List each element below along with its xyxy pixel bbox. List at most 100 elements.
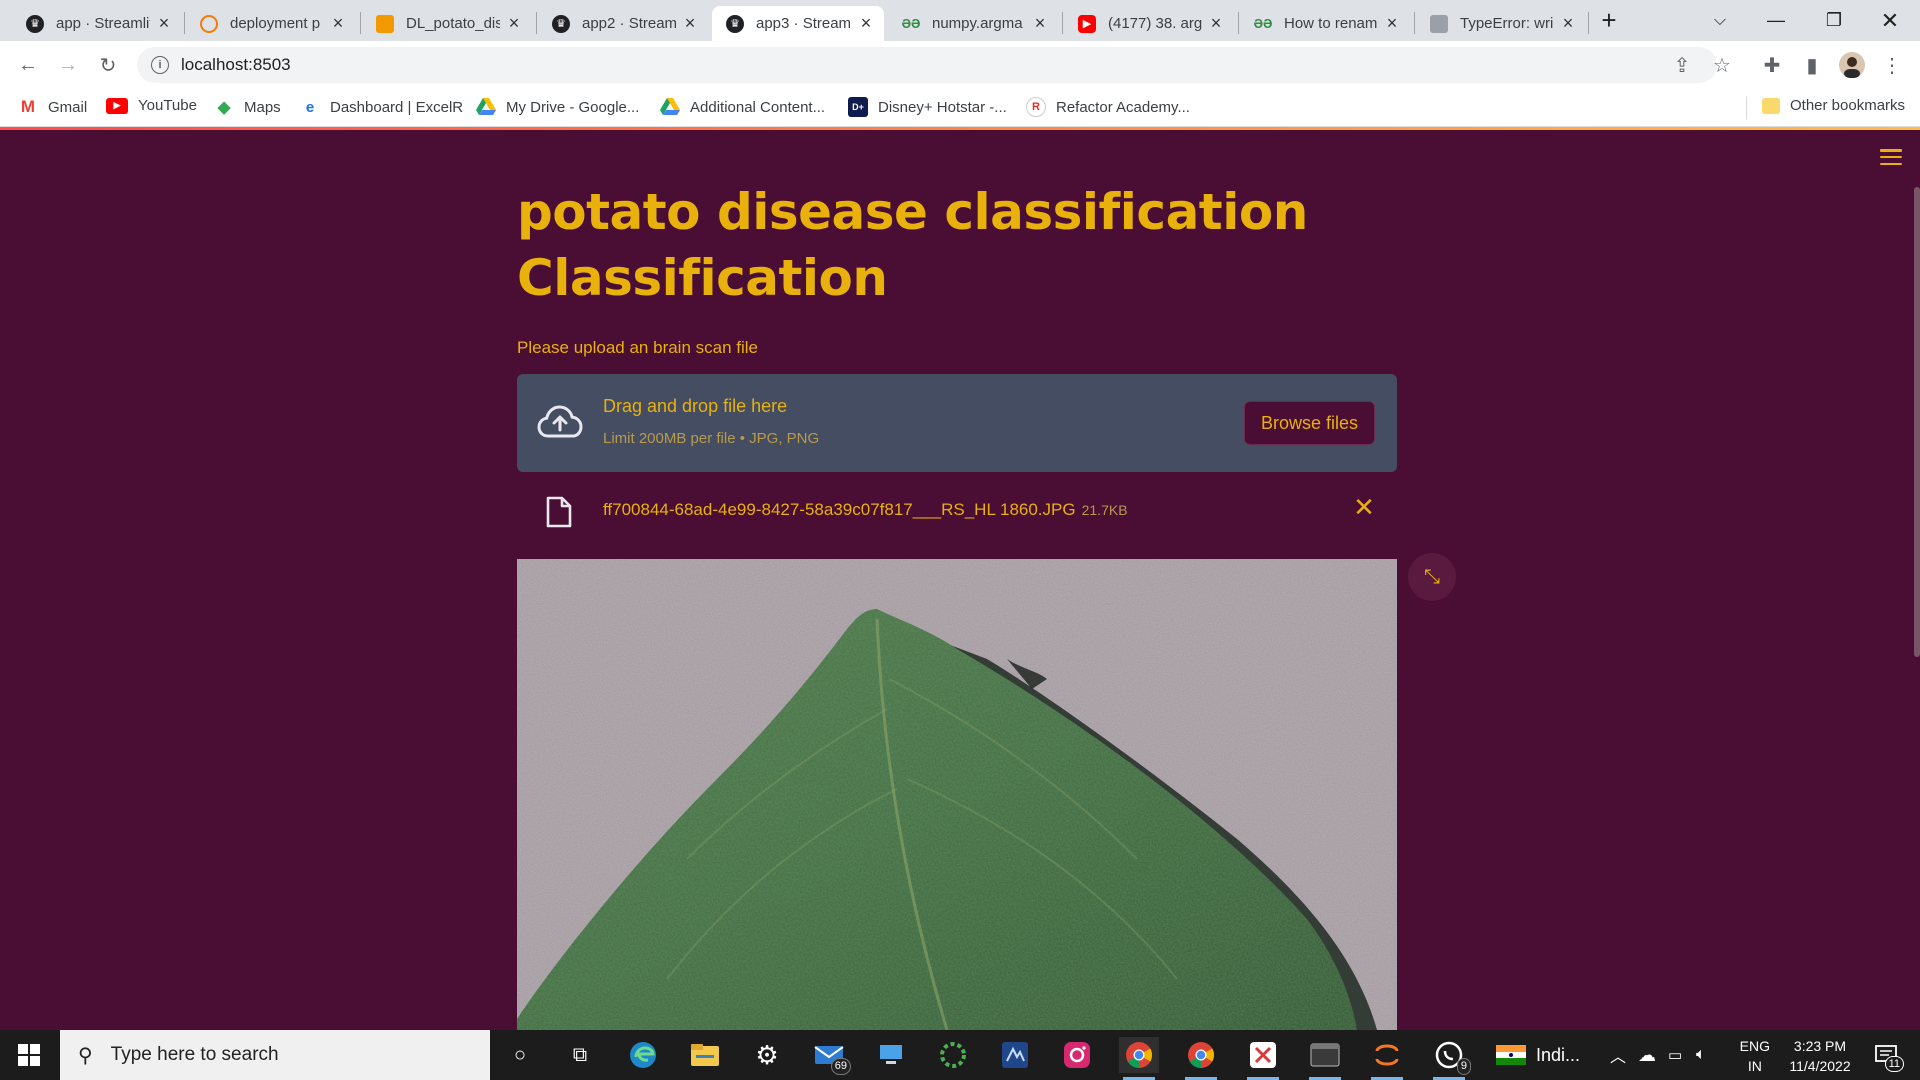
bookmark-additional-content[interactable]: Additional Content... <box>660 97 825 117</box>
bookmark-label: YouTube <box>138 97 197 114</box>
tab-deployment[interactable]: deployment p × <box>186 6 356 41</box>
close-icon[interactable]: × <box>1208 13 1224 34</box>
new-tab-button[interactable]: + <box>1584 0 1634 41</box>
remote-desktop-icon[interactable] <box>871 1037 911 1073</box>
file-icon <box>546 496 572 528</box>
settings-gear-icon[interactable]: ⚙ <box>747 1037 787 1073</box>
file-dropzone[interactable]: Drag and drop file here Limit 200MB per … <box>517 374 1397 472</box>
bookmark-refactor[interactable]: R Refactor Academy... <box>1026 97 1190 117</box>
tab-how-to-rename[interactable]: ƏƏ How to renam × <box>1240 6 1410 41</box>
tab-divider <box>1414 12 1415 34</box>
battery-icon[interactable]: ▭ <box>1668 1030 1682 1080</box>
back-button[interactable]: ← <box>12 49 44 81</box>
bookmark-excelr[interactable]: e Dashboard | ExcelR <box>300 97 463 117</box>
input-language-indicator[interactable]: ENG IN <box>1740 1036 1770 1076</box>
uploaded-file-size: 21.7KB <box>1081 502 1128 518</box>
show-hidden-icons-chevron-icon[interactable]: ︿ <box>1610 1030 1626 1080</box>
uploaded-file-name: ff700844-68ad-4e99-8427-58a39c07f817___R… <box>603 500 1076 519</box>
tab-numpy-argmax[interactable]: ƏƏ numpy.argma × <box>888 6 1058 41</box>
browse-files-button[interactable]: Browse files <box>1244 401 1375 445</box>
whatsapp-badge: 9 <box>1456 1058 1471 1075</box>
close-icon[interactable]: × <box>1032 13 1048 34</box>
bookmark-youtube[interactable]: ▶ YouTube <box>106 97 197 114</box>
chrome-icon[interactable] <box>1119 1037 1159 1080</box>
spinner-app-icon[interactable] <box>933 1037 973 1073</box>
address-bar[interactable]: i localhost:8503 <box>137 47 1717 83</box>
menu-kebab-icon[interactable]: ⋮ <box>1878 51 1906 79</box>
close-icon[interactable]: × <box>1560 13 1576 34</box>
tab-search-chevron-icon[interactable]: ⌵ <box>1692 0 1748 41</box>
close-icon[interactable]: × <box>1384 13 1400 34</box>
weather-widget[interactable]: Indi... <box>1496 1030 1580 1080</box>
tab-youtube[interactable]: ▶ (4177) 38. arg × <box>1064 6 1234 41</box>
bookmark-maps[interactable]: ⬥ Maps <box>214 97 281 117</box>
remove-file-button[interactable]: ✕ <box>1352 494 1376 520</box>
bookmarks-bar: M Gmail ▶ YouTube ⬥ Maps e Dashboard | E… <box>0 89 1920 127</box>
cloud-upload-icon <box>537 405 583 438</box>
clock-date: 11/4/2022 <box>1789 1058 1851 1074</box>
tab-typeerror[interactable]: TypeError: wri × <box>1416 6 1586 41</box>
bookmark-label: Maps <box>244 98 281 116</box>
refactor-icon: R <box>1026 97 1046 117</box>
hamburger-menu-icon[interactable] <box>1880 149 1902 165</box>
forward-button[interactable]: → <box>52 49 84 81</box>
snipping-tool-icon[interactable] <box>1243 1037 1283 1080</box>
profile-avatar[interactable] <box>1838 51 1866 79</box>
scrollbar[interactable] <box>1914 187 1920 657</box>
side-panel-icon[interactable]: ▮ <box>1798 51 1826 79</box>
mail-badge: 69 <box>830 1058 851 1075</box>
fullscreen-expand-icon[interactable]: ⤡ <box>1408 553 1456 601</box>
india-flag-icon <box>1496 1045 1526 1065</box>
whatsapp-icon[interactable]: 9 <box>1429 1037 1471 1080</box>
restore-button[interactable]: ❐ <box>1806 0 1862 41</box>
site-info-icon[interactable]: i <box>151 56 169 74</box>
edge-icon[interactable] <box>623 1037 663 1073</box>
close-icon[interactable]: × <box>682 13 698 34</box>
reload-button[interactable]: ↻ <box>92 49 124 81</box>
bookmark-my-drive[interactable]: My Drive - Google... <box>476 97 639 117</box>
share-icon[interactable]: ⇪ <box>1668 51 1696 79</box>
vpn-app-icon[interactable] <box>995 1037 1035 1073</box>
cortana-icon[interactable]: ○ <box>500 1037 540 1073</box>
close-window-button[interactable]: ✕ <box>1862 0 1918 41</box>
close-icon[interactable]: × <box>858 13 874 34</box>
search-icon: ⚲ <box>78 1044 93 1067</box>
task-view-icon[interactable]: ⧉ <box>560 1037 600 1073</box>
system-clock[interactable]: 3:23 PM 11/4/2022 <box>1780 1036 1860 1076</box>
tab-divider <box>536 12 537 34</box>
tab-title: How to renam <box>1284 15 1378 32</box>
windows-logo-icon <box>18 1044 40 1066</box>
tab-app3-streamlit[interactable]: ♛ app3 · Streaml × <box>712 6 884 41</box>
volume-icon[interactable]: 🔈︎ <box>1696 1030 1706 1080</box>
extensions-icon[interactable]: ✚ <box>1758 51 1786 79</box>
chrome-profile-icon[interactable] <box>1181 1037 1221 1080</box>
bookmark-star-icon[interactable]: ☆ <box>1708 51 1736 79</box>
windows-start-button[interactable] <box>0 1030 58 1080</box>
gmail-icon: M <box>20 97 36 116</box>
onedrive-cloud-icon[interactable]: ☁ <box>1638 1030 1656 1080</box>
page-icon <box>1430 14 1448 33</box>
instagram-icon[interactable] <box>1057 1037 1097 1073</box>
close-icon[interactable]: × <box>506 13 522 34</box>
mail-icon[interactable]: 69 <box>809 1037 851 1075</box>
bookmark-other[interactable]: Other bookmarks <box>1762 97 1905 114</box>
terminal-icon[interactable] <box>1305 1037 1345 1080</box>
tab-title: deployment p <box>230 15 321 32</box>
minimize-button[interactable]: — <box>1748 0 1804 41</box>
tab-strip: ♛ app · Streamlit × deployment p × DL_po… <box>0 0 1920 41</box>
bookmark-label: Gmail <box>48 98 88 116</box>
tab-dl-potato[interactable]: DL_potato_dis × <box>362 6 532 41</box>
close-icon[interactable]: × <box>330 13 346 34</box>
file-explorer-icon[interactable] <box>685 1037 725 1073</box>
streamlit-icon: ♛ <box>26 14 44 33</box>
tab-app-streamlit[interactable]: ♛ app · Streamlit × <box>12 6 182 41</box>
tab-app2-streamlit[interactable]: ♛ app2 · Streaml × <box>538 6 708 41</box>
jupyter-icon[interactable] <box>1367 1037 1407 1080</box>
weather-text: Indi... <box>1536 1044 1581 1065</box>
bookmark-gmail[interactable]: M Gmail <box>18 97 87 117</box>
streamlit-icon: ♛ <box>552 14 570 33</box>
bookmark-hotstar[interactable]: D+ Disney+ Hotstar -... <box>848 97 1007 117</box>
taskbar-search-box[interactable]: ⚲ Type here to search <box>60 1030 490 1080</box>
notification-center-icon[interactable]: 11 <box>1866 1030 1906 1080</box>
close-icon[interactable]: × <box>156 13 172 34</box>
